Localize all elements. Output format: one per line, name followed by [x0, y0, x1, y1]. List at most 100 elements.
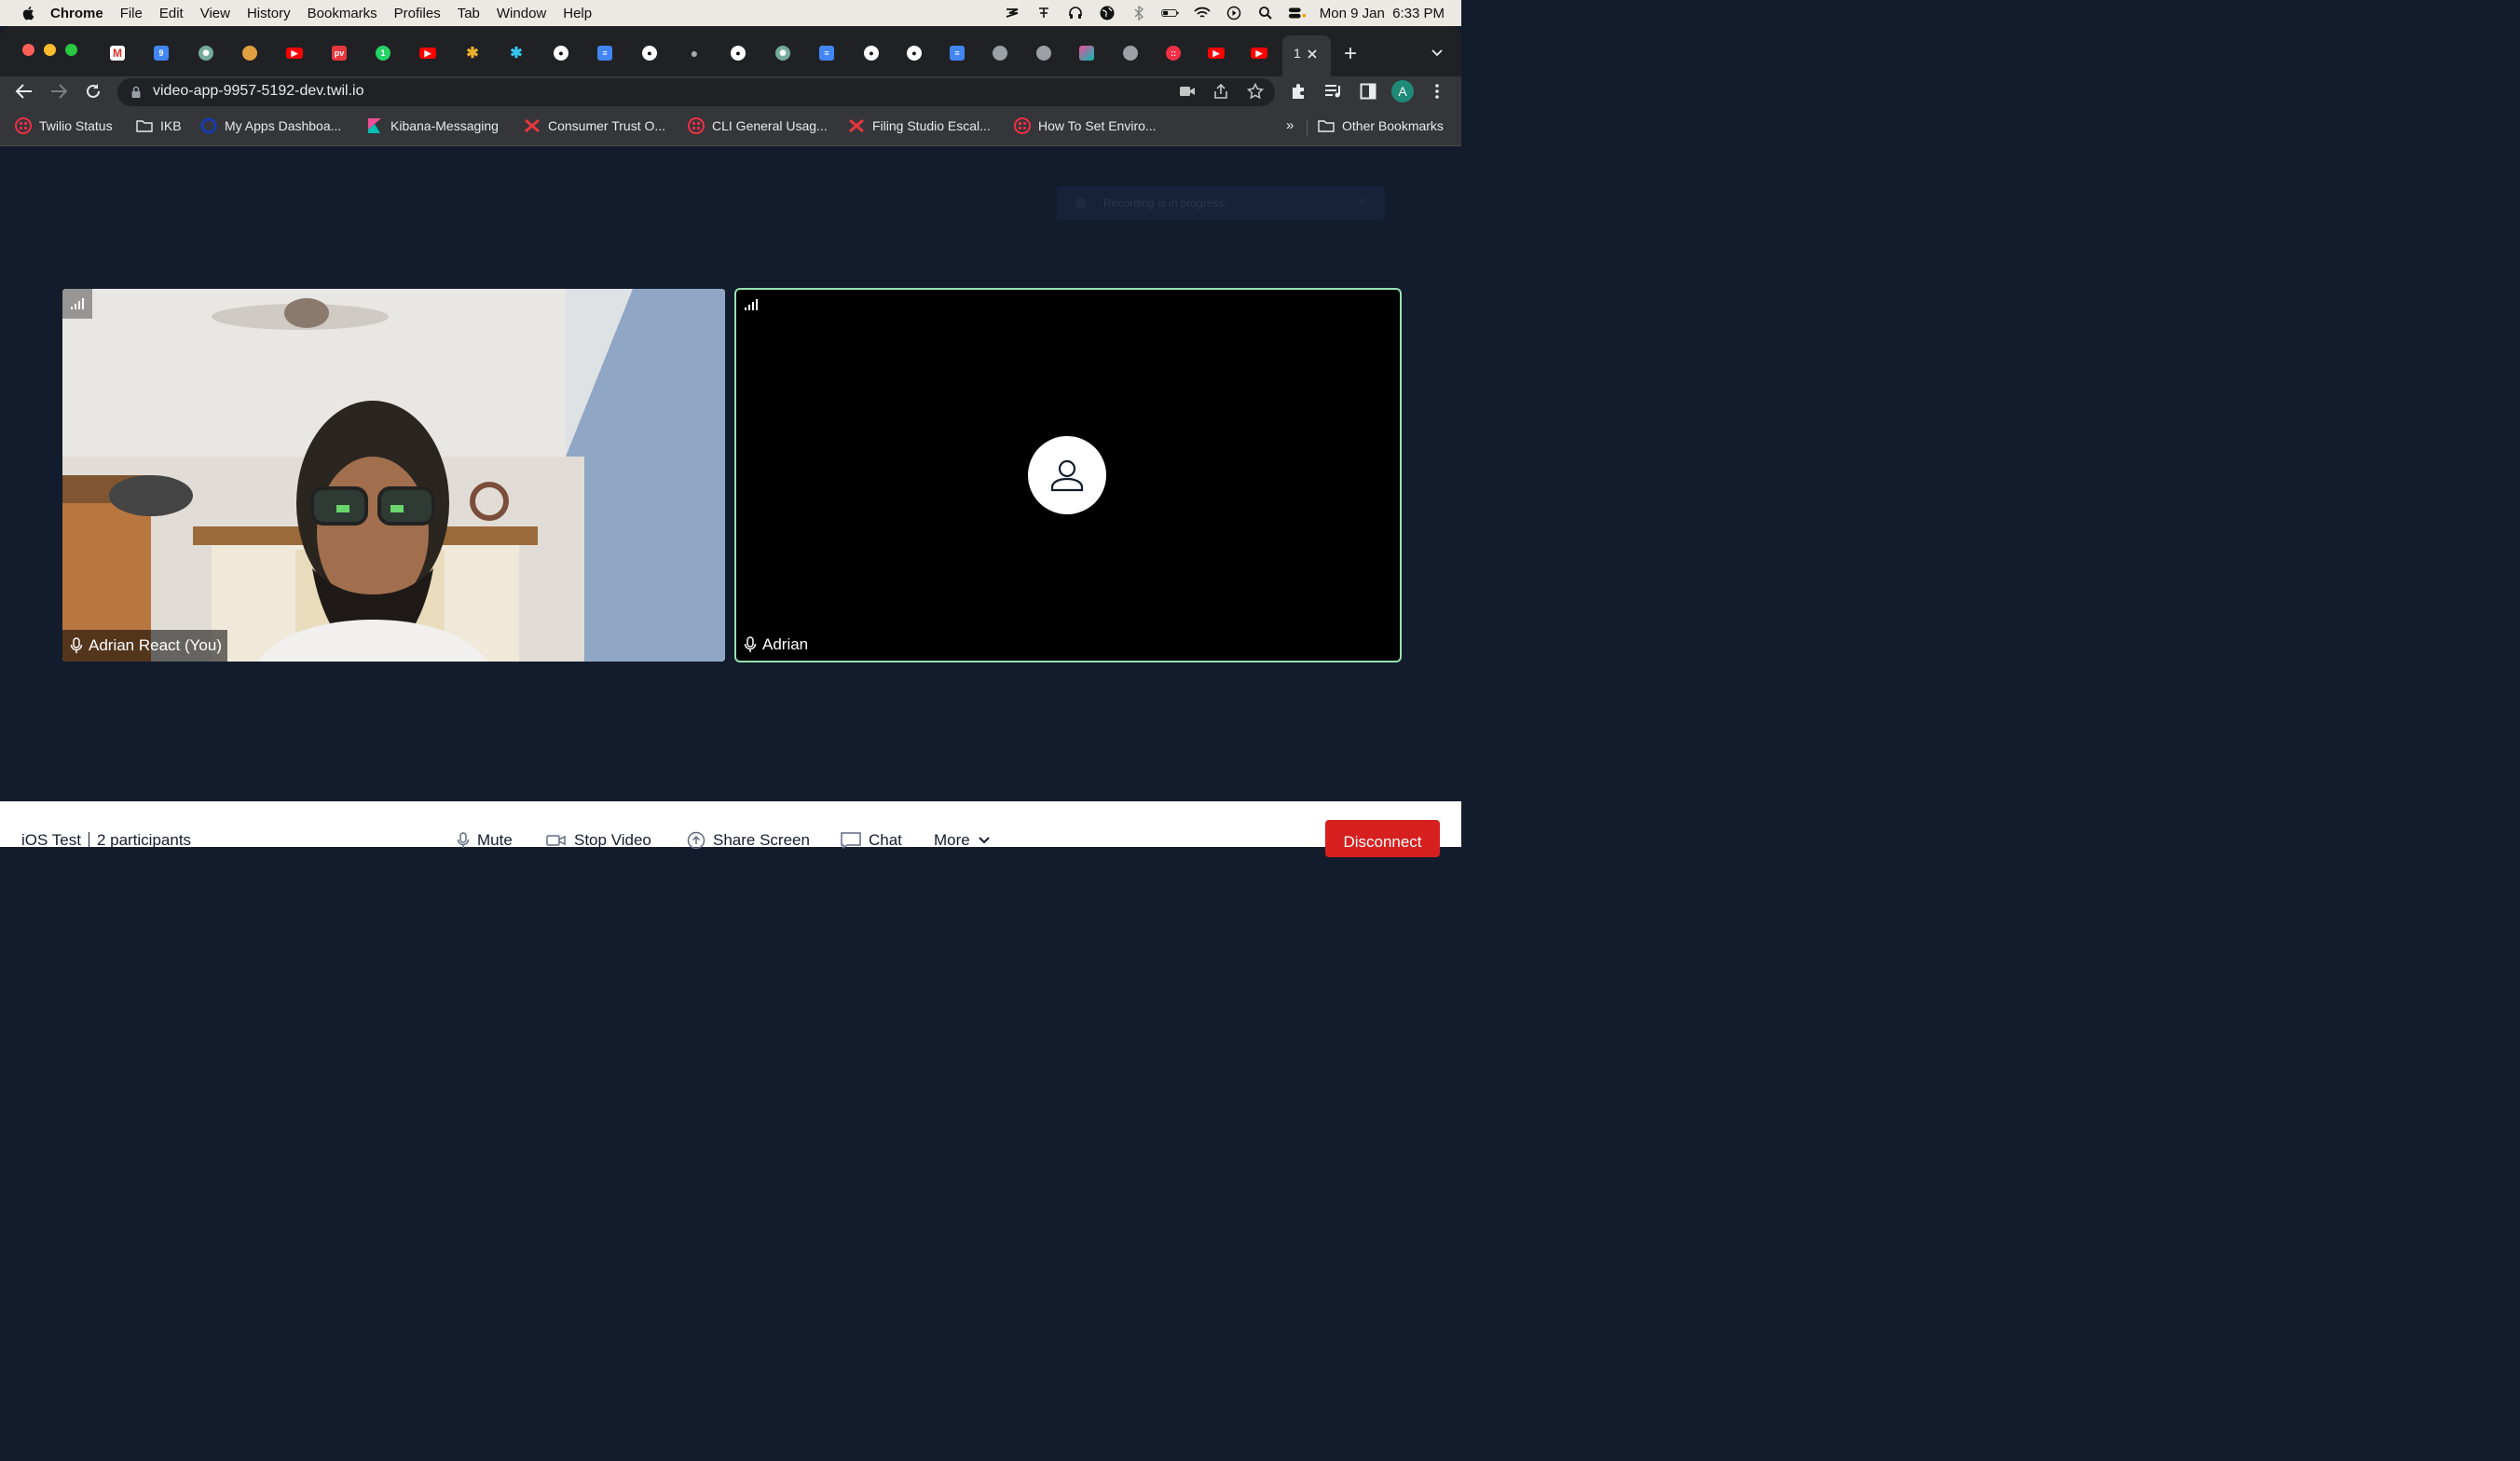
tab-calendar[interactable]: 9 — [147, 41, 175, 65]
bookmark-label: Filing Studio Escal... — [872, 118, 991, 133]
keyboard-input-icon[interactable] — [1034, 5, 1053, 21]
battery-icon[interactable] — [1161, 5, 1180, 21]
status-app-icon[interactable] — [1003, 5, 1021, 21]
remote-participant-video[interactable]: Adrian — [734, 288, 1402, 662]
vpn-globe-icon[interactable] — [1098, 5, 1116, 21]
twilio-icon: :: — [1166, 46, 1181, 61]
bookmark-my-apps-dashboard[interactable]: My Apps Dashboa... — [200, 117, 341, 134]
tab-docs-2[interactable]: ≡ — [813, 41, 841, 65]
wifi-icon[interactable] — [1193, 5, 1212, 21]
headphones-icon[interactable] — [1066, 5, 1085, 21]
tab-github-5[interactable]: ● — [900, 41, 928, 65]
mute-button[interactable]: Mute — [457, 831, 513, 850]
tab-docs-3[interactable]: ≡ — [943, 41, 971, 65]
lock-icon[interactable] — [130, 86, 142, 99]
bookmark-filing-studio[interactable]: Filing Studio Escal... — [848, 117, 991, 134]
tab-apple[interactable]: ● — [680, 41, 708, 65]
tab-github-4[interactable]: ● — [857, 41, 885, 65]
play-circle-icon[interactable] — [1225, 5, 1243, 21]
tab-youtube-2[interactable]: ▶ — [414, 41, 442, 65]
disconnect-button[interactable]: Disconnect — [1325, 820, 1440, 857]
bookmark-kibana-messaging[interactable]: Kibana-Messaging — [366, 117, 499, 134]
stop-video-button[interactable]: Stop Video — [546, 831, 651, 850]
menu-edit[interactable]: Edit — [159, 6, 184, 21]
tab-gmail[interactable]: M — [103, 41, 131, 65]
bluetooth-icon[interactable] — [1130, 5, 1148, 21]
close-tab-icon[interactable] — [1307, 48, 1318, 60]
mute-label: Mute — [477, 831, 513, 849]
local-participant-video[interactable]: Adrian React (You) — [62, 289, 725, 662]
tab-kibana[interactable] — [1073, 41, 1101, 65]
tab-youtube-3[interactable]: ▶ — [1202, 41, 1230, 65]
tab-chatgpt-2[interactable]: ✺ — [769, 41, 797, 65]
side-panel-icon[interactable] — [1360, 83, 1376, 100]
share-icon[interactable] — [1213, 83, 1228, 100]
spotlight-search-icon[interactable] — [1256, 5, 1275, 21]
menu-view[interactable]: View — [200, 6, 230, 21]
tab-github-3[interactable]: ● — [724, 41, 752, 65]
menu-profiles[interactable]: Profiles — [394, 6, 441, 21]
reload-icon[interactable] — [84, 82, 103, 101]
bookmark-twilio-status[interactable]: Twilio Status — [15, 117, 113, 134]
tab-globe-3[interactable] — [1116, 41, 1144, 65]
tab-twilio[interactable]: :: — [1159, 41, 1187, 65]
tab-github-2[interactable]: ● — [636, 41, 664, 65]
menu-app-name[interactable]: Chrome — [50, 6, 103, 21]
menubar-clock[interactable]: Mon 9 Jan 6:33 PM — [1320, 6, 1445, 21]
window-minimize-button[interactable] — [44, 44, 56, 56]
bookmark-cli-general-usage[interactable]: CLI General Usag... — [688, 117, 828, 134]
tab-youtube-4[interactable]: ▶ — [1245, 41, 1273, 65]
extensions-puzzle-icon[interactable] — [1290, 83, 1307, 100]
menu-bookmarks[interactable]: Bookmarks — [308, 6, 377, 21]
tab-github-1[interactable]: ● — [547, 41, 575, 65]
bookmark-other-bookmarks[interactable]: Other Bookmarks — [1318, 117, 1444, 134]
tab-docs-1[interactable]: ≡ — [591, 41, 619, 65]
tab-youtube-1[interactable]: ▶ — [281, 41, 308, 65]
globe-icon — [993, 46, 1007, 61]
bookmark-consumer-trust[interactable]: Consumer Trust O... — [524, 117, 665, 134]
menu-file[interactable]: File — [120, 6, 143, 21]
local-participant-nametag: Adrian React (You) — [62, 630, 228, 662]
tab-slack-2[interactable]: ✱ — [502, 41, 530, 65]
network-quality-indicator — [736, 290, 766, 320]
apple-icon[interactable] — [21, 5, 37, 21]
tab-globe-2[interactable] — [1030, 41, 1058, 65]
url-text[interactable]: video-app-9957-5192-dev.twil.io — [153, 83, 364, 100]
bookmarks-overflow-button[interactable]: » — [1286, 117, 1294, 133]
local-participant-name: Adrian React (You) — [89, 636, 223, 654]
recording-notification-text: Recording is in progress. — [1103, 197, 1227, 210]
new-tab-button[interactable]: + — [1344, 41, 1357, 67]
active-tab[interactable]: 1 — [1282, 35, 1331, 76]
share-screen-button[interactable]: Share Screen — [687, 831, 810, 850]
control-center-icon[interactable] — [1288, 5, 1307, 21]
more-menu-button[interactable]: More — [934, 831, 991, 850]
profile-avatar[interactable]: A — [1391, 80, 1414, 102]
tab-pv[interactable]: pv — [325, 41, 353, 65]
menu-help[interactable]: Help — [563, 6, 592, 21]
menu-tab[interactable]: Tab — [458, 6, 480, 21]
tab-search-chevron-icon[interactable] — [1431, 48, 1444, 58]
window-zoom-button[interactable] — [65, 44, 77, 56]
bookmark-ikb[interactable]: IKB — [136, 117, 182, 134]
tab-chatgpt[interactable]: ✺ — [192, 41, 220, 65]
tab-slack-1[interactable]: ✱ — [459, 41, 486, 65]
close-notification-icon[interactable] — [1357, 197, 1368, 208]
menu-window[interactable]: Window — [497, 6, 546, 21]
youtube-icon: ▶ — [1251, 48, 1267, 59]
bookmark-how-to-set-env[interactable]: How To Set Enviro... — [1014, 117, 1157, 134]
address-bar[interactable]: video-app-9957-5192-dev.twil.io — [117, 78, 1275, 106]
tab-whatsapp[interactable]: 1 — [369, 41, 397, 65]
tab-globe-1[interactable] — [986, 41, 1014, 65]
bookmark-label: IKB — [160, 118, 182, 133]
chrome-menu-kebab-icon[interactable] — [1431, 83, 1443, 100]
chat-button[interactable]: Chat — [841, 831, 902, 850]
window-close-button[interactable] — [22, 44, 34, 56]
menu-history[interactable]: History — [247, 6, 291, 21]
person-outline-icon — [1050, 459, 1084, 492]
forward-arrow-icon[interactable] — [49, 83, 68, 100]
back-arrow-icon[interactable] — [15, 83, 34, 100]
bookmark-star-icon[interactable] — [1247, 83, 1264, 100]
tab-photo[interactable] — [236, 41, 264, 65]
media-controls-icon[interactable] — [1324, 83, 1343, 100]
camera-in-use-icon[interactable] — [1180, 86, 1195, 97]
